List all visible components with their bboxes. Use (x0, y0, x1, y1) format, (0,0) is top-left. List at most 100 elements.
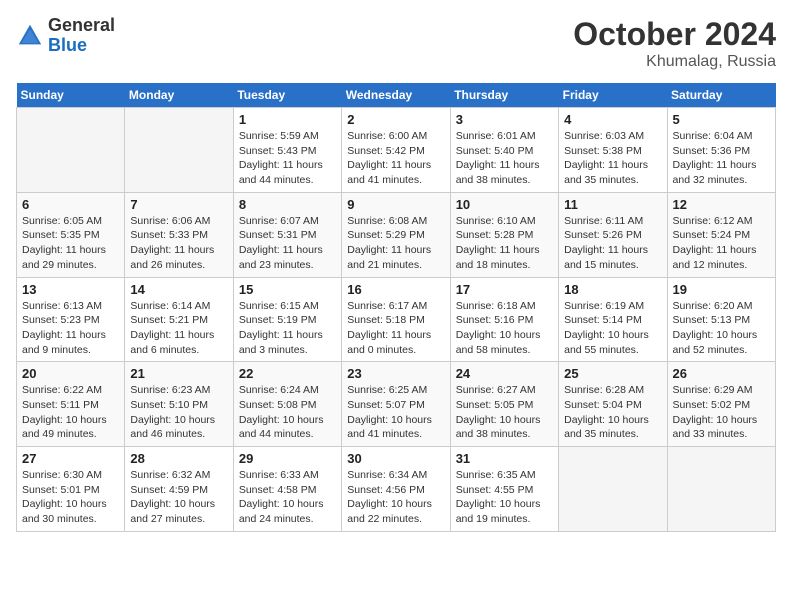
day-number: 30 (347, 451, 444, 466)
day-number: 2 (347, 112, 444, 127)
calendar-cell (125, 108, 233, 193)
day-info: Sunrise: 6:07 AM Sunset: 5:31 PM Dayligh… (239, 214, 336, 273)
day-number: 18 (564, 282, 661, 297)
calendar-week-row: 27Sunrise: 6:30 AM Sunset: 5:01 PM Dayli… (17, 447, 776, 532)
calendar-cell: 15Sunrise: 6:15 AM Sunset: 5:19 PM Dayli… (233, 277, 341, 362)
calendar-week-row: 1Sunrise: 5:59 AM Sunset: 5:43 PM Daylig… (17, 108, 776, 193)
calendar-cell: 24 Sunrise: 6:27 AM Sunset: 5:05 PM Dayli… (450, 362, 558, 447)
day-number: 31 (456, 451, 553, 466)
day-number: 3 (456, 112, 553, 127)
day-number: 7 (130, 197, 227, 212)
calendar-cell: 9 Sunrise: 6:08 AM Sunset: 5:29 PM Daylig… (342, 192, 450, 277)
day-info: Sunrise: 6:01 AM Sunset: 5:40 PM Dayligh… (456, 129, 553, 188)
day-info: Sunrise: 6:30 AM Sunset: 5:01 PM Dayligh… (22, 468, 119, 527)
weekday-header: Wednesday (342, 83, 450, 108)
calendar-cell (559, 447, 667, 532)
page-header: General Blue October 2024 Khumalag, Russ… (16, 16, 776, 71)
weekday-header: Thursday (450, 83, 558, 108)
calendar-cell (17, 108, 125, 193)
location: Khumalag, Russia (573, 53, 776, 71)
calendar-cell: 14 Sunrise: 6:14 AM Sunset: 5:21 PM Dayli… (125, 277, 233, 362)
day-number: 1 (239, 112, 336, 127)
calendar-cell: 19 Sunrise: 6:20 AM Sunset: 5:13 PM Dayli… (667, 277, 775, 362)
title-block: October 2024 Khumalag, Russia (573, 16, 776, 71)
day-info: Sunrise: 6:06 AM Sunset: 5:33 PM Dayligh… (130, 214, 227, 273)
day-info: Sunrise: 6:25 AM Sunset: 5:07 PM Dayligh… (347, 383, 444, 442)
day-number: 21 (130, 366, 227, 381)
calendar-cell: 5 Sunrise: 6:04 AM Sunset: 5:36 PM Daylig… (667, 108, 775, 193)
day-info: Sunrise: 6:19 AM Sunset: 5:14 PM Dayligh… (564, 299, 661, 358)
day-info: Sunrise: 6:17 AM Sunset: 5:18 PM Dayligh… (347, 299, 444, 358)
calendar-cell: 26 Sunrise: 6:29 AM Sunset: 5:02 PM Dayli… (667, 362, 775, 447)
weekday-header: Sunday (17, 83, 125, 108)
calendar-cell: 30 Sunrise: 6:34 AM Sunset: 4:56 PM Dayli… (342, 447, 450, 532)
day-info: Sunrise: 6:08 AM Sunset: 5:29 PM Dayligh… (347, 214, 444, 273)
day-number: 23 (347, 366, 444, 381)
day-info: Sunrise: 6:04 AM Sunset: 5:36 PM Dayligh… (673, 129, 770, 188)
day-info: Sunrise: 6:29 AM Sunset: 5:02 PM Dayligh… (673, 383, 770, 442)
calendar-cell: 20 Sunrise: 6:22 AM Sunset: 5:11 PM Dayli… (17, 362, 125, 447)
day-number: 12 (673, 197, 770, 212)
calendar-cell: 1Sunrise: 5:59 AM Sunset: 5:43 PM Daylig… (233, 108, 341, 193)
calendar-cell: 8 Sunrise: 6:07 AM Sunset: 5:31 PM Daylig… (233, 192, 341, 277)
day-info: Sunrise: 6:15 AM Sunset: 5:19 PM Dayligh… (239, 299, 336, 358)
day-info: Sunrise: 6:32 AM Sunset: 4:59 PM Dayligh… (130, 468, 227, 527)
day-number: 29 (239, 451, 336, 466)
logo: General Blue (16, 16, 115, 56)
weekday-header: Friday (559, 83, 667, 108)
calendar-cell: 23 Sunrise: 6:25 AM Sunset: 5:07 PM Dayli… (342, 362, 450, 447)
calendar-week-row: 6 Sunrise: 6:05 AM Sunset: 5:35 PM Daylig… (17, 192, 776, 277)
weekday-header: Saturday (667, 83, 775, 108)
calendar-cell: 2 Sunrise: 6:00 AM Sunset: 5:42 PM Daylig… (342, 108, 450, 193)
day-info: Sunrise: 6:22 AM Sunset: 5:11 PM Dayligh… (22, 383, 119, 442)
day-number: 22 (239, 366, 336, 381)
calendar-cell: 16Sunrise: 6:17 AM Sunset: 5:18 PM Dayli… (342, 277, 450, 362)
day-info: Sunrise: 6:14 AM Sunset: 5:21 PM Dayligh… (130, 299, 227, 358)
day-number: 14 (130, 282, 227, 297)
day-info: Sunrise: 6:20 AM Sunset: 5:13 PM Dayligh… (673, 299, 770, 358)
day-number: 24 (456, 366, 553, 381)
logo-general: General (48, 16, 115, 36)
day-number: 5 (673, 112, 770, 127)
day-number: 8 (239, 197, 336, 212)
calendar-cell: 3 Sunrise: 6:01 AM Sunset: 5:40 PM Daylig… (450, 108, 558, 193)
day-number: 17 (456, 282, 553, 297)
day-info: Sunrise: 6:03 AM Sunset: 5:38 PM Dayligh… (564, 129, 661, 188)
calendar-cell: 22Sunrise: 6:24 AM Sunset: 5:08 PM Dayli… (233, 362, 341, 447)
calendar-cell: 4Sunrise: 6:03 AM Sunset: 5:38 PM Daylig… (559, 108, 667, 193)
weekday-header: Monday (125, 83, 233, 108)
day-info: Sunrise: 6:13 AM Sunset: 5:23 PM Dayligh… (22, 299, 119, 358)
day-info: Sunrise: 6:34 AM Sunset: 4:56 PM Dayligh… (347, 468, 444, 527)
day-number: 11 (564, 197, 661, 212)
day-number: 6 (22, 197, 119, 212)
day-info: Sunrise: 6:27 AM Sunset: 5:05 PM Dayligh… (456, 383, 553, 442)
day-number: 19 (673, 282, 770, 297)
day-info: Sunrise: 6:12 AM Sunset: 5:24 PM Dayligh… (673, 214, 770, 273)
day-info: Sunrise: 6:11 AM Sunset: 5:26 PM Dayligh… (564, 214, 661, 273)
calendar-cell: 18 Sunrise: 6:19 AM Sunset: 5:14 PM Dayli… (559, 277, 667, 362)
day-number: 28 (130, 451, 227, 466)
day-info: Sunrise: 6:35 AM Sunset: 4:55 PM Dayligh… (456, 468, 553, 527)
day-number: 9 (347, 197, 444, 212)
day-number: 26 (673, 366, 770, 381)
weekday-header: Tuesday (233, 83, 341, 108)
calendar-cell: 27Sunrise: 6:30 AM Sunset: 5:01 PM Dayli… (17, 447, 125, 532)
calendar-week-row: 20 Sunrise: 6:22 AM Sunset: 5:11 PM Dayli… (17, 362, 776, 447)
calendar-table: SundayMondayTuesdayWednesdayThursdayFrid… (16, 83, 776, 532)
day-info: Sunrise: 6:05 AM Sunset: 5:35 PM Dayligh… (22, 214, 119, 273)
calendar-cell: 29Sunrise: 6:33 AM Sunset: 4:58 PM Dayli… (233, 447, 341, 532)
day-number: 20 (22, 366, 119, 381)
day-number: 13 (22, 282, 119, 297)
calendar-cell: 7 Sunrise: 6:06 AM Sunset: 5:33 PM Daylig… (125, 192, 233, 277)
calendar-cell: 31 Sunrise: 6:35 AM Sunset: 4:55 PM Dayli… (450, 447, 558, 532)
day-info: Sunrise: 6:18 AM Sunset: 5:16 PM Dayligh… (456, 299, 553, 358)
day-info: Sunrise: 6:00 AM Sunset: 5:42 PM Dayligh… (347, 129, 444, 188)
day-number: 10 (456, 197, 553, 212)
logo-icon (16, 22, 44, 50)
calendar-cell: 12 Sunrise: 6:12 AM Sunset: 5:24 PM Dayli… (667, 192, 775, 277)
day-info: Sunrise: 6:23 AM Sunset: 5:10 PM Dayligh… (130, 383, 227, 442)
calendar-cell: 25Sunrise: 6:28 AM Sunset: 5:04 PM Dayli… (559, 362, 667, 447)
calendar-cell: 28 Sunrise: 6:32 AM Sunset: 4:59 PM Dayli… (125, 447, 233, 532)
calendar-cell: 13 Sunrise: 6:13 AM Sunset: 5:23 PM Dayli… (17, 277, 125, 362)
calendar-cell: 10Sunrise: 6:10 AM Sunset: 5:28 PM Dayli… (450, 192, 558, 277)
